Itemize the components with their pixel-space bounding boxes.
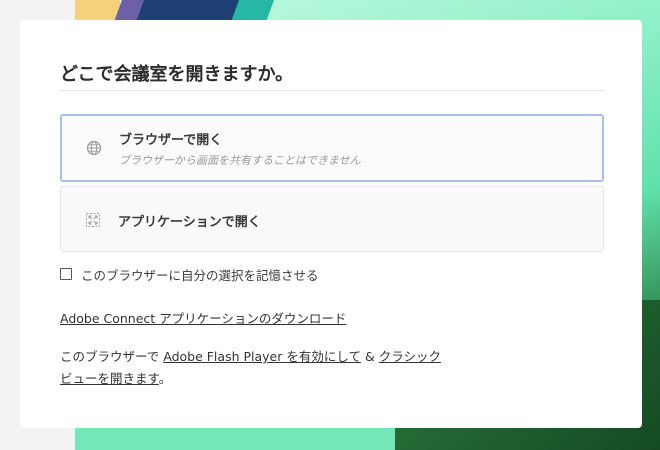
flash-amp: & xyxy=(360,349,379,364)
classic-view-link-line1: クラシック xyxy=(378,349,441,364)
open-in-browser-sublabel: ブラウザーから画面を共有することはできません xyxy=(119,154,361,167)
open-in-application-option[interactable]: アプリケーションで開く xyxy=(60,186,604,252)
title-divider xyxy=(60,90,604,91)
flash-suffix: 。 xyxy=(158,371,172,386)
remember-choice-checkbox[interactable] xyxy=(60,268,72,280)
flash-prefix: このブラウザーで xyxy=(60,349,164,364)
open-in-application-label: アプリケーションで開く xyxy=(118,215,261,230)
open-in-browser-option[interactable]: ブラウザーで開く ブラウザーから画面を共有することはできません xyxy=(60,114,604,182)
background-stripe xyxy=(135,0,245,22)
application-icon xyxy=(86,213,100,227)
remember-choice[interactable]: このブラウザーに自分の選択を記憶させる xyxy=(60,266,319,283)
remember-choice-label: このブラウザーに自分の選択を記憶させる xyxy=(81,267,319,283)
enable-flash-player-link[interactable]: Adobe Flash Player を有効にして xyxy=(163,349,361,364)
dialog-title: どこで会議室を開きますか。 xyxy=(60,64,294,85)
download-application-link[interactable]: Adobe Connect アプリケーションのダウンロード xyxy=(60,308,346,327)
globe-icon xyxy=(86,140,102,156)
background-stripe xyxy=(75,0,120,22)
open-meeting-dialog: どこで会議室を開きますか。 ブラウザーで開く ブラウザーから画面を共有することは… xyxy=(20,20,642,428)
background-shape xyxy=(75,428,395,450)
flash-player-text: このブラウザーで Adobe Flash Player を有効にして & クラシ… xyxy=(60,346,480,390)
open-in-browser-label: ブラウザーで開く xyxy=(119,133,223,148)
classic-view-link-line2: ビューを開きます xyxy=(60,371,159,386)
